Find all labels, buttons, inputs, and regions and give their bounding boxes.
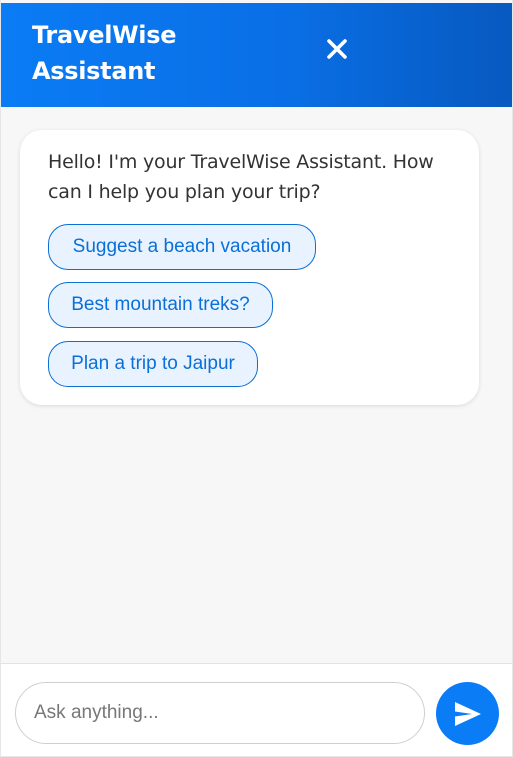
- assistant-message-bubble: Hello! I'm your TravelWise Assistant. Ho…: [20, 130, 479, 405]
- close-button[interactable]: [319, 31, 355, 67]
- message-input[interactable]: [15, 682, 425, 744]
- send-button[interactable]: [436, 682, 499, 745]
- header-title: TravelWise Assistant: [32, 21, 177, 85]
- suggestion-chip-jaipur-trip[interactable]: Plan a trip to Jaipur: [48, 341, 258, 387]
- message-list[interactable]: Hello! I'm your TravelWise Assistant. Ho…: [1, 107, 512, 663]
- suggestion-chip-beach-vacation[interactable]: Suggest a beach vacation: [48, 224, 316, 270]
- suggestion-chip-mountain-treks[interactable]: Best mountain treks?: [48, 282, 273, 328]
- close-icon: [327, 39, 347, 59]
- chat-header: TravelWise Assistant: [1, 3, 512, 107]
- composer-bar: [1, 663, 512, 756]
- send-icon: [455, 702, 481, 726]
- chat-widget: TravelWise Assistant Hello! I'm your Tra…: [0, 0, 513, 757]
- assistant-message-text: Hello! I'm your TravelWise Assistant. Ho…: [48, 151, 434, 203]
